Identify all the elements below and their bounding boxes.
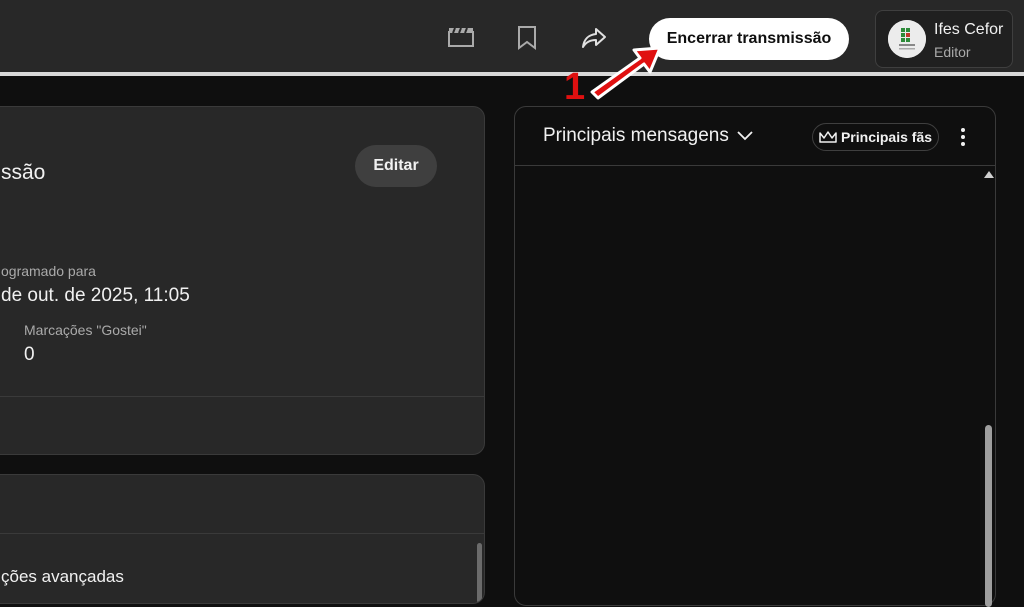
chevron-down-icon <box>737 131 753 141</box>
chat-scrollbar[interactable] <box>985 425 992 607</box>
account-switcher[interactable]: Ifes Cefor Editor <box>875 10 1013 68</box>
advanced-settings-card: ções avançadas <box>0 474 485 604</box>
ifes-logo-icon <box>888 20 926 58</box>
account-role: Editor <box>934 44 971 60</box>
end-stream-button[interactable]: Encerrar transmissão <box>649 18 849 60</box>
scrollbar[interactable] <box>477 543 482 603</box>
avatar <box>888 20 926 58</box>
bookmark-icon[interactable] <box>513 24 541 52</box>
scheduled-value: de out. de 2025, 11:05 <box>1 285 190 306</box>
crown-icon <box>819 131 837 143</box>
annotation-arrow-icon <box>590 46 662 100</box>
clapperboard-icon[interactable] <box>447 24 475 52</box>
advanced-settings-label[interactable]: ções avançadas <box>1 567 124 587</box>
likes-value: 0 <box>24 344 35 365</box>
divider <box>515 165 995 166</box>
scroll-up-arrow-icon[interactable] <box>984 171 994 178</box>
scheduled-label: ogramado para <box>1 263 96 279</box>
top-fans-button[interactable]: Principais fãs <box>812 123 939 151</box>
stream-details-card: ssão Editar ogramado para de out. de 202… <box>0 106 485 455</box>
top-fans-label: Principais fãs <box>840 129 933 145</box>
chat-panel: Principais mensagens Principais fãs <box>514 106 996 607</box>
likes-label: Marcações "Gostei" <box>24 322 147 338</box>
more-options-icon[interactable] <box>953 123 973 151</box>
top-bar: Encerrar transmissão Ifes Cefor Editor <box>0 0 1024 72</box>
stream-title: ssão <box>1 161 46 184</box>
divider <box>0 396 484 397</box>
edit-button[interactable]: Editar <box>355 145 437 187</box>
progress-divider <box>0 72 1024 76</box>
divider <box>0 533 484 534</box>
chat-mode-dropdown[interactable]: Principais mensagens <box>543 125 753 147</box>
account-name: Ifes Cefor <box>934 21 1004 38</box>
chat-mode-label: Principais mensagens <box>543 125 729 146</box>
